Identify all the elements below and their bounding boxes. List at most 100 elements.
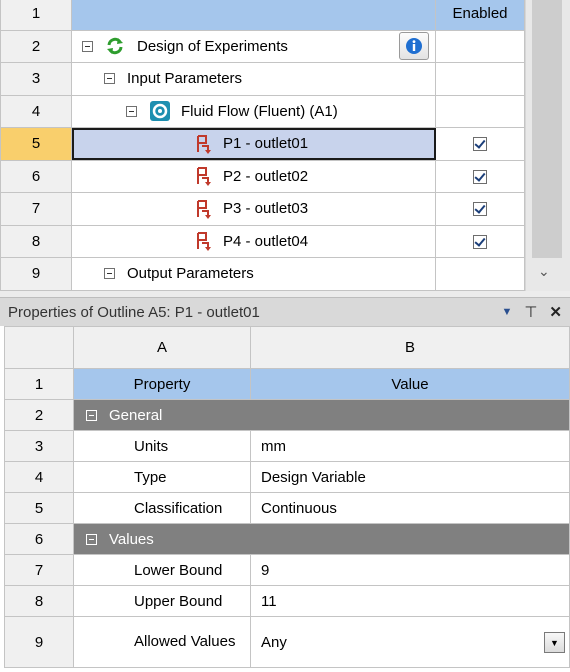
- property-row-classification[interactable]: 5 Classification Continuous: [4, 492, 570, 524]
- group-label: Values: [109, 530, 154, 548]
- outline-label: P4 - outlet04: [223, 232, 309, 250]
- outline-table: 1 Enabled 2 Design of Experiments 3 Inpu…: [0, 0, 525, 291]
- outline-row-p1[interactable]: 5 P1 - outlet01: [0, 127, 525, 161]
- outline-label: P3 - outlet03: [223, 200, 309, 218]
- outline-header-name: [71, 0, 436, 31]
- outline-panel: 1 Enabled 2 Design of Experiments 3 Inpu…: [0, 0, 570, 291]
- outline-cell[interactable]: Fluid Flow (Fluent) (A1): [71, 94, 436, 128]
- property-row-upper-bound[interactable]: 8 Upper Bound 11: [4, 585, 570, 617]
- enabled-cell[interactable]: [435, 127, 525, 161]
- row-number: 6: [0, 159, 72, 193]
- enabled-checkbox[interactable]: [473, 234, 487, 249]
- outline-row-p4[interactable]: 8 P4 - outlet04: [0, 224, 525, 258]
- collapse-icon[interactable]: [86, 533, 97, 545]
- property-value[interactable]: mm: [250, 430, 570, 462]
- close-icon[interactable]: ✕: [549, 303, 562, 321]
- group-cell[interactable]: Values: [73, 523, 570, 555]
- property-row-lower-bound[interactable]: 7 Lower Bound 9: [4, 554, 570, 586]
- enabled-cell[interactable]: [435, 192, 525, 226]
- dropdown-arrow-icon[interactable]: ▼: [501, 306, 512, 318]
- outline-cell[interactable]: P1 - outlet01: [71, 127, 436, 161]
- parameter-icon: [195, 231, 211, 252]
- outline-row-input-parameters[interactable]: 3 Input Parameters: [0, 62, 525, 96]
- enabled-checkbox[interactable]: [473, 169, 487, 184]
- enabled-column-header: Enabled: [435, 0, 525, 31]
- enabled-cell[interactable]: [435, 224, 525, 258]
- collapse-icon[interactable]: [82, 40, 93, 52]
- outline-row-fluid-flow[interactable]: 4 Fluid Flow (Fluent) (A1): [0, 94, 525, 128]
- scroll-down-icon[interactable]: ⌄: [538, 263, 550, 280]
- property-name: Lower Bound: [73, 554, 251, 586]
- enabled-checkbox[interactable]: [473, 137, 487, 152]
- row-number: 9: [4, 616, 74, 668]
- group-cell[interactable]: General: [73, 399, 570, 431]
- property-value[interactable]: 9: [250, 554, 570, 586]
- outline-cell[interactable]: P4 - outlet04: [71, 224, 436, 258]
- outline-row-design-of-experiments[interactable]: 2 Design of Experiments: [0, 29, 525, 63]
- value-header: Value: [250, 368, 570, 400]
- parameter-icon: [195, 134, 211, 154]
- property-value[interactable]: Design Variable: [250, 461, 570, 493]
- collapse-icon[interactable]: [86, 409, 97, 421]
- row-number: 8: [4, 585, 74, 617]
- property-value: Any: [261, 633, 287, 651]
- property-header: Property: [73, 368, 251, 400]
- group-label: General: [109, 406, 163, 424]
- properties-table: A B 1 Property Value 2 General 3 Units m…: [4, 326, 570, 668]
- vertical-scrollbar[interactable]: ⌄: [525, 0, 570, 291]
- row-number: 5: [0, 127, 72, 161]
- outline-cell[interactable]: P2 - outlet02: [71, 159, 436, 193]
- collapse-icon[interactable]: [126, 105, 137, 117]
- property-row-units[interactable]: 3 Units mm: [4, 430, 570, 462]
- property-name: Classification: [73, 492, 251, 524]
- enabled-cell: [435, 257, 525, 291]
- scrollbar-thumb[interactable]: [532, 0, 562, 258]
- outline-label: P1 - outlet01: [223, 135, 309, 153]
- outline-cell[interactable]: Output Parameters: [71, 257, 436, 291]
- column-a-header: A: [73, 326, 251, 369]
- row-number: 2: [0, 29, 72, 63]
- outline-row-p2[interactable]: 6 P2 - outlet02: [0, 159, 525, 193]
- property-row-allowed-values[interactable]: 9 Allowed Values Any ▼: [4, 616, 570, 668]
- enabled-checkbox[interactable]: [473, 202, 487, 217]
- property-value[interactable]: Continuous: [250, 492, 570, 524]
- row-number: 5: [4, 492, 74, 524]
- corner-cell: [4, 326, 74, 369]
- row-number: 4: [0, 94, 72, 128]
- property-value[interactable]: 11: [250, 585, 570, 617]
- parameter-icon: [195, 199, 211, 219]
- row-number: 3: [0, 62, 72, 96]
- property-name: Upper Bound: [73, 585, 251, 617]
- property-name: Type: [73, 461, 251, 493]
- group-row-general[interactable]: 2 General: [4, 399, 570, 431]
- dropdown-arrow-icon[interactable]: ▼: [544, 632, 565, 653]
- outline-header-row: 1 Enabled: [0, 0, 525, 31]
- collapse-icon[interactable]: [104, 73, 115, 85]
- outline-label: Output Parameters: [127, 265, 254, 283]
- outline-row-p3[interactable]: 7 P3 - outlet03: [0, 192, 525, 226]
- info-button[interactable]: [399, 32, 429, 61]
- refresh-icon: [105, 36, 125, 56]
- row-number: 2: [4, 399, 74, 431]
- column-b-header: B: [250, 326, 570, 369]
- row-number: 7: [4, 554, 74, 586]
- outline-row-output-parameters[interactable]: 9 Output Parameters: [0, 257, 525, 291]
- properties-title-bar: Properties of Outline A5: P1 - outlet01 …: [0, 297, 570, 326]
- outline-label: P2 - outlet02: [223, 167, 309, 185]
- enabled-cell[interactable]: [435, 159, 525, 193]
- property-name: Allowed Values: [73, 616, 251, 668]
- enabled-cell: [435, 94, 525, 128]
- column-header-row: A B: [4, 326, 570, 369]
- property-row-type[interactable]: 4 Type Design Variable: [4, 461, 570, 493]
- row-number: 1: [0, 0, 72, 31]
- outline-cell[interactable]: P3 - outlet03: [71, 192, 436, 226]
- pin-icon[interactable]: ⊤: [524, 303, 537, 321]
- outline-cell[interactable]: Input Parameters: [71, 62, 436, 96]
- row-number: 4: [4, 461, 74, 493]
- property-name: Units: [73, 430, 251, 462]
- row-number: 7: [0, 192, 72, 226]
- group-row-values[interactable]: 6 Values: [4, 523, 570, 555]
- collapse-icon[interactable]: [104, 268, 115, 280]
- allowed-values-select[interactable]: Any ▼: [250, 616, 570, 668]
- outline-cell[interactable]: Design of Experiments: [71, 29, 436, 63]
